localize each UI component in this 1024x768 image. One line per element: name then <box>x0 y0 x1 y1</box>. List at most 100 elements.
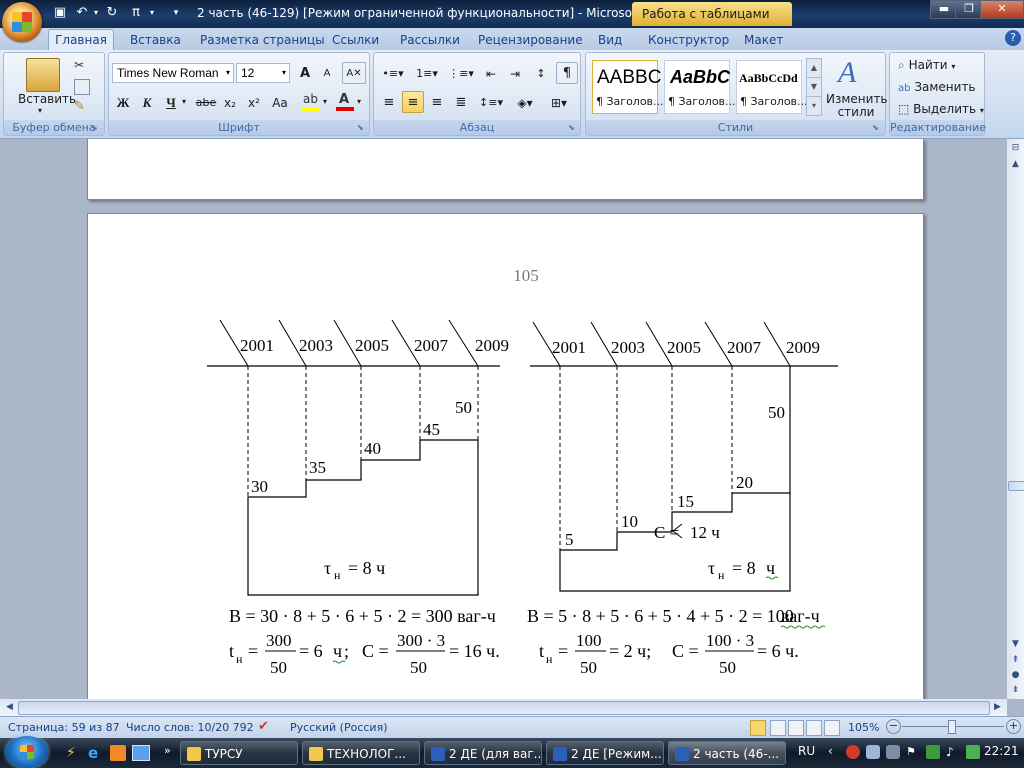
right-c-value: 12 ч <box>690 523 720 542</box>
right-value-5: 5 <box>565 530 574 549</box>
right-year-2005: 2005 <box>667 338 701 357</box>
right-t-label: t <box>539 641 544 661</box>
left-t-unit-spellcheck <box>332 660 346 664</box>
tray-flag-icon[interactable]: ⚑ <box>906 745 920 759</box>
taskbar-item-2de-vag[interactable]: 2 ДЕ (для ваг... <box>424 741 542 765</box>
start-button[interactable] <box>6 736 48 768</box>
left-c-num: 300 · 3 <box>397 631 445 650</box>
scroll-down-icon[interactable]: ▼ <box>1008 637 1023 652</box>
right-year-2007: 2007 <box>727 338 762 357</box>
left-value-30: 30 <box>251 477 268 496</box>
zoom-level[interactable]: 105% <box>848 721 879 734</box>
tray-battery-icon[interactable] <box>966 745 980 759</box>
right-tau-symbol: τ <box>708 558 715 578</box>
left-year-2007: 2007 <box>414 336 449 355</box>
select-browse-object-icon[interactable]: ● <box>1008 668 1023 683</box>
right-year-2003: 2003 <box>611 338 645 357</box>
left-t-unit: ч <box>333 641 342 661</box>
left-year-2001: 2001 <box>240 336 274 355</box>
language-indicator[interactable]: RU <box>798 744 815 758</box>
left-formula-B: В = 30 · 8 + 5 · 6 + 5 · 2 = 300 ваг-ч <box>229 606 496 626</box>
tray-expand-icon[interactable]: ‹ <box>828 744 833 758</box>
scroll-up-icon[interactable]: ▲ <box>1008 157 1023 172</box>
right-year-2009: 2009 <box>786 338 820 357</box>
left-t-semicolon: ; <box>344 641 349 661</box>
taskbar-item-2de-rezhim[interactable]: 2 ДЕ [Режим... <box>546 741 664 765</box>
left-value-40: 40 <box>364 439 381 458</box>
taskbar-item-2chast[interactable]: 2 часть (46-... <box>668 741 786 765</box>
print-layout-view-icon[interactable] <box>750 720 766 736</box>
draft-view-icon[interactable] <box>824 720 840 736</box>
right-c-label: С = <box>654 523 679 542</box>
scroll-right-icon[interactable]: ▶ <box>990 700 1005 715</box>
left-tau-sub: н <box>334 568 341 582</box>
web-layout-icon[interactable] <box>788 720 804 736</box>
scroll-left-icon[interactable]: ◀ <box>2 700 17 715</box>
left-value-50: 50 <box>455 398 472 417</box>
vertical-scroll-thumb[interactable] <box>1008 481 1024 491</box>
left-t-label: t <box>229 641 234 661</box>
left-c-den: 50 <box>410 658 427 677</box>
spelling-check-icon[interactable]: ✔ <box>258 719 269 734</box>
right-year-2001: 2001 <box>552 338 586 357</box>
right-value-15: 15 <box>677 492 694 511</box>
outline-view-icon[interactable] <box>806 720 822 736</box>
quicklaunch-media-icon[interactable] <box>110 745 126 761</box>
office-button[interactable] <box>2 2 42 42</box>
right-formula-spellcheck <box>780 625 826 629</box>
right-t-sub: н <box>546 652 553 666</box>
zoom-slider-thumb[interactable] <box>948 720 956 734</box>
right-formula-B-main: В = 5 · 8 + 5 · 6 + 5 · 4 + 5 · 2 = 100 <box>527 606 794 626</box>
left-c-label: С = <box>362 641 389 661</box>
clock[interactable]: 22:21 <box>984 744 1019 758</box>
zoom-in-icon[interactable]: + <box>1006 719 1021 734</box>
word-icon <box>553 747 567 761</box>
staircase-diagrams: 2001 2003 2005 2007 2009 30 35 40 45 50 … <box>207 319 838 677</box>
right-tau-unit: ч <box>766 558 775 578</box>
quicklaunch-explorer-icon[interactable]: ⚡ <box>66 745 82 761</box>
tray-device-icon[interactable] <box>886 745 900 759</box>
word-icon <box>675 747 689 761</box>
left-t-equals: = <box>248 641 258 661</box>
zoom-out-icon[interactable]: − <box>886 719 901 734</box>
tray-volume-icon[interactable]: ♪ <box>946 745 960 759</box>
page-count-status[interactable]: Страница: 59 из 87 <box>8 721 120 734</box>
horizontal-scroll-thumb[interactable] <box>18 701 990 715</box>
right-tau-sub: н <box>718 568 725 582</box>
taskbar-item-tursu[interactable]: ТУРСУ <box>180 741 298 765</box>
status-bar: Страница: 59 из 87 Число слов: 10/20 792… <box>0 716 1024 739</box>
right-c-den: 50 <box>719 658 736 677</box>
folder-icon <box>187 747 201 761</box>
left-dashed-lines <box>247 366 479 497</box>
left-year-2009: 2009 <box>475 336 509 355</box>
tray-security-icon[interactable] <box>846 745 860 759</box>
right-t-num: 100 <box>576 631 602 650</box>
right-c-num: 100 · 3 <box>706 631 754 650</box>
right-tau-eq: = 8 <box>732 558 756 578</box>
taskbar-item-label: ТУРСУ <box>205 747 243 761</box>
taskbar-item-label: 2 часть (46-... <box>693 747 780 761</box>
horizontal-scrollbar[interactable]: ◀ ▶ <box>0 699 1007 716</box>
right-value-50: 50 <box>768 403 785 422</box>
left-value-35: 35 <box>309 458 326 477</box>
taskbar-item-technolog[interactable]: ТЕХНОЛОГ... <box>302 741 420 765</box>
left-t-den: 50 <box>270 658 287 677</box>
folder-icon <box>309 747 323 761</box>
right-t-res: = 2 ч; <box>609 641 651 661</box>
quicklaunch-ie-icon[interactable]: e <box>88 745 104 761</box>
ruler-toggle-icon[interactable]: ⊟ <box>1008 141 1023 156</box>
left-value-45: 45 <box>423 420 440 439</box>
next-page-icon[interactable]: ⇟ <box>1008 683 1023 698</box>
tray-network-icon[interactable] <box>926 745 940 759</box>
right-value-20: 20 <box>736 473 753 492</box>
language-status[interactable]: Русский (Россия) <box>290 721 388 734</box>
quicklaunch-desktop-icon[interactable] <box>132 745 150 761</box>
quicklaunch-more-icon[interactable]: » <box>164 744 171 757</box>
previous-page-icon[interactable]: ⇞ <box>1008 653 1023 668</box>
left-t-res: = 6 <box>299 641 323 661</box>
tray-app-icon[interactable] <box>866 745 880 759</box>
word-count-status[interactable]: Число слов: 10/20 792 <box>126 721 254 734</box>
left-tau-value: = 8 ч <box>348 558 385 578</box>
full-screen-reading-icon[interactable] <box>770 720 786 736</box>
vertical-scrollbar[interactable]: ⊟ ▲ ▼ ⇞ ● ⇟ <box>1007 139 1024 699</box>
